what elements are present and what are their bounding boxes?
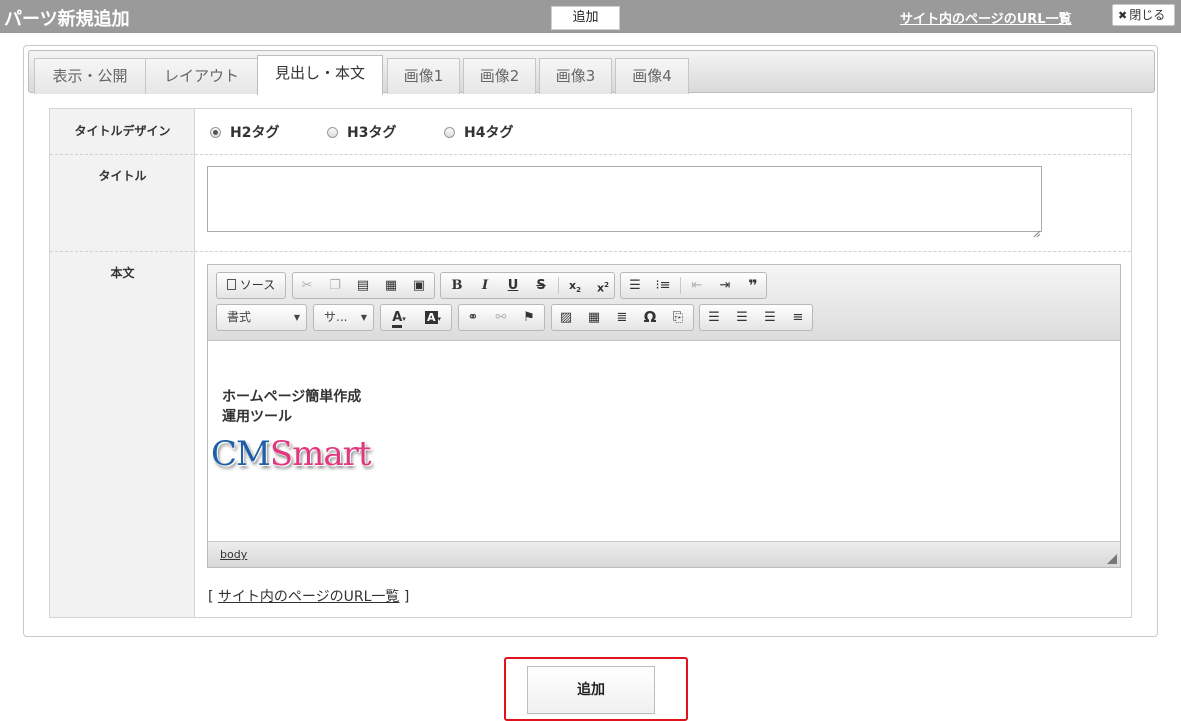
element-path-body[interactable]: body <box>220 548 247 561</box>
paste-word-icon[interactable]: ▣ <box>405 273 433 298</box>
copy-icon[interactable]: ❐ <box>321 273 349 298</box>
tab-image1[interactable]: 画像1 <box>387 58 460 94</box>
insert-group: ▨ ▦ ≣ Ω ⎘ <box>551 304 694 331</box>
radio-h4[interactable]: H4タグ <box>444 122 513 142</box>
textarea-resize-icon[interactable] <box>1033 223 1041 238</box>
align-group: ☰ ☰ ☰ ≡ <box>699 304 813 331</box>
unlink-icon[interactable]: ⚯ <box>487 305 515 330</box>
toolbar-separator <box>558 277 559 294</box>
paste-text-icon[interactable]: ▦ <box>377 273 405 298</box>
tab-heading-body[interactable]: 見出し・本文 <box>257 55 383 95</box>
strike-icon[interactable]: S <box>527 273 555 298</box>
source-button[interactable]: ソース <box>217 273 285 298</box>
add-button-top[interactable]: 追加 <box>551 6 620 30</box>
bold-icon[interactable]: B <box>443 273 471 298</box>
table-icon[interactable]: ▦ <box>580 305 608 330</box>
row-divider <box>50 154 1131 155</box>
header-bar: パーツ新規追加 追加 サイト内のページのURL一覧 ✖ 閉じる <box>0 0 1181 33</box>
links-group: ⚭ ⚯ ⚑ <box>458 304 545 331</box>
chevron-down-icon: ▼ <box>293 313 300 322</box>
numbered-list-icon[interactable]: ☰ <box>621 273 649 298</box>
toolbar-separator <box>680 277 681 294</box>
bg-color-icon[interactable]: A ▾ <box>417 305 449 330</box>
outdent-icon[interactable]: ⇤ <box>683 273 711 298</box>
title-label: タイトル <box>98 169 147 183</box>
indent-icon[interactable]: ⇥ <box>711 273 739 298</box>
bracket-open: [ <box>208 589 214 605</box>
underline-icon[interactable]: U <box>499 273 527 298</box>
basic-styles-group: B I U S x2 x2 <box>440 272 615 299</box>
radio-checked-icon[interactable] <box>210 127 221 138</box>
horizontal-rule-icon[interactable]: ≣ <box>608 305 636 330</box>
editor-toolbar: ソース ✂ ❐ ▤ ▦ ▣ B I U S x2 x2 ☰ ⁝≡ ⇤ ⇥ ❞ 書… <box>208 265 1120 341</box>
align-left-icon[interactable]: ☰ <box>700 305 728 330</box>
format-combo-label: 書式 <box>227 310 252 324</box>
url-list-link[interactable]: サイト内のページのURL一覧 <box>218 589 400 605</box>
editor-resize-icon[interactable] <box>1107 554 1117 564</box>
radio-h2[interactable]: H2タグ <box>210 122 279 142</box>
source-group: ソース <box>216 272 286 299</box>
radio-unchecked-icon[interactable] <box>327 127 338 138</box>
radio-unchecked-icon[interactable] <box>444 127 455 138</box>
rich-text-editor: ソース ✂ ❐ ▤ ▦ ▣ B I U S x2 x2 ☰ ⁝≡ ⇤ ⇥ ❞ 書… <box>207 264 1121 568</box>
body-label: 本文 <box>110 266 135 280</box>
source-icon <box>226 279 236 290</box>
image-icon[interactable]: ▨ <box>552 305 580 330</box>
close-button[interactable]: ✖ 閉じる <box>1112 4 1175 26</box>
form-table: タイトルデザイン H2タグ H3タグ H4タグ タイトル 本文 ソース ✂ ❐ … <box>49 108 1132 618</box>
title-design-label: タイトルデザイン <box>74 124 171 138</box>
tab-image2[interactable]: 画像2 <box>463 58 536 94</box>
clipboard-group: ✂ ❐ ▤ ▦ ▣ <box>292 272 435 299</box>
radio-h2-label: H2タグ <box>230 125 280 141</box>
source-label: ソース <box>239 278 276 292</box>
close-x-icon: ✖ <box>1118 9 1128 22</box>
row-divider <box>50 251 1131 252</box>
size-combo[interactable]: サ... ▼ <box>313 304 374 331</box>
add-button[interactable]: 追加 <box>527 666 655 714</box>
align-center-icon[interactable]: ☰ <box>728 305 756 330</box>
paste-icon[interactable]: ▤ <box>349 273 377 298</box>
superscript-icon[interactable]: x2 <box>589 273 617 298</box>
blockquote-icon[interactable]: ❞ <box>739 273 767 298</box>
url-list-line: [ サイト内のページのURL一覧 ] <box>208 586 409 606</box>
content-line-2: 運用ツール <box>222 409 292 425</box>
tab-image4[interactable]: 画像4 <box>615 58 689 94</box>
url-list-link-top[interactable]: サイト内のページのURL一覧 <box>900 8 1072 27</box>
text-color-icon[interactable]: A▾ <box>383 305 415 330</box>
label-column <box>50 109 195 617</box>
anchor-icon[interactable]: ⚑ <box>515 305 543 330</box>
tab-bar: 表示・公開 レイアウト 見出し・本文 画像1 画像2 画像3 画像4 <box>28 50 1155 95</box>
close-label: 閉じる <box>1129 8 1166 22</box>
align-right-icon[interactable]: ☰ <box>756 305 784 330</box>
tab-layout[interactable]: レイアウト <box>145 58 258 94</box>
page-break-icon[interactable]: ⎘ <box>664 305 692 330</box>
page-title: パーツ新規追加 <box>4 9 130 30</box>
content-line-1: ホームページ簡単作成 <box>222 389 362 405</box>
title-textarea[interactable] <box>207 166 1042 232</box>
bracket-close: ] <box>403 589 410 605</box>
cmsmart-logo-image: CMSmart <box>211 434 372 474</box>
format-combo[interactable]: 書式 ▼ <box>216 304 307 331</box>
editor-status-bar: body <box>208 541 1120 567</box>
paragraph-group: ☰ ⁝≡ ⇤ ⇥ ❞ <box>620 272 767 299</box>
subscript-icon[interactable]: x2 <box>561 273 589 298</box>
italic-icon[interactable]: I <box>471 273 499 298</box>
bulleted-list-icon[interactable]: ⁝≡ <box>649 273 677 298</box>
radio-h3[interactable]: H3タグ <box>327 122 396 142</box>
size-combo-label: サ... <box>324 310 348 324</box>
radio-h4-label: H4タグ <box>464 125 514 141</box>
tab-image3[interactable]: 画像3 <box>539 58 612 94</box>
logo-text-cm: CM <box>211 434 271 474</box>
special-char-icon[interactable]: Ω <box>636 305 664 330</box>
tab-display-publish[interactable]: 表示・公開 <box>34 58 146 94</box>
link-icon[interactable]: ⚭ <box>459 305 487 330</box>
colors-group: A▾ A ▾ <box>380 304 452 331</box>
editor-content-area[interactable]: ホームページ簡単作成 運用ツール CMSmart <box>208 342 1120 541</box>
radio-h3-label: H3タグ <box>347 125 397 141</box>
main-panel: 表示・公開 レイアウト 見出し・本文 画像1 画像2 画像3 画像4 タイトルデ… <box>23 45 1158 637</box>
cut-icon[interactable]: ✂ <box>293 273 321 298</box>
logo-text-smart: Smart <box>269 434 372 474</box>
chevron-down-icon: ▼ <box>360 313 367 322</box>
justify-icon[interactable]: ≡ <box>784 305 812 330</box>
